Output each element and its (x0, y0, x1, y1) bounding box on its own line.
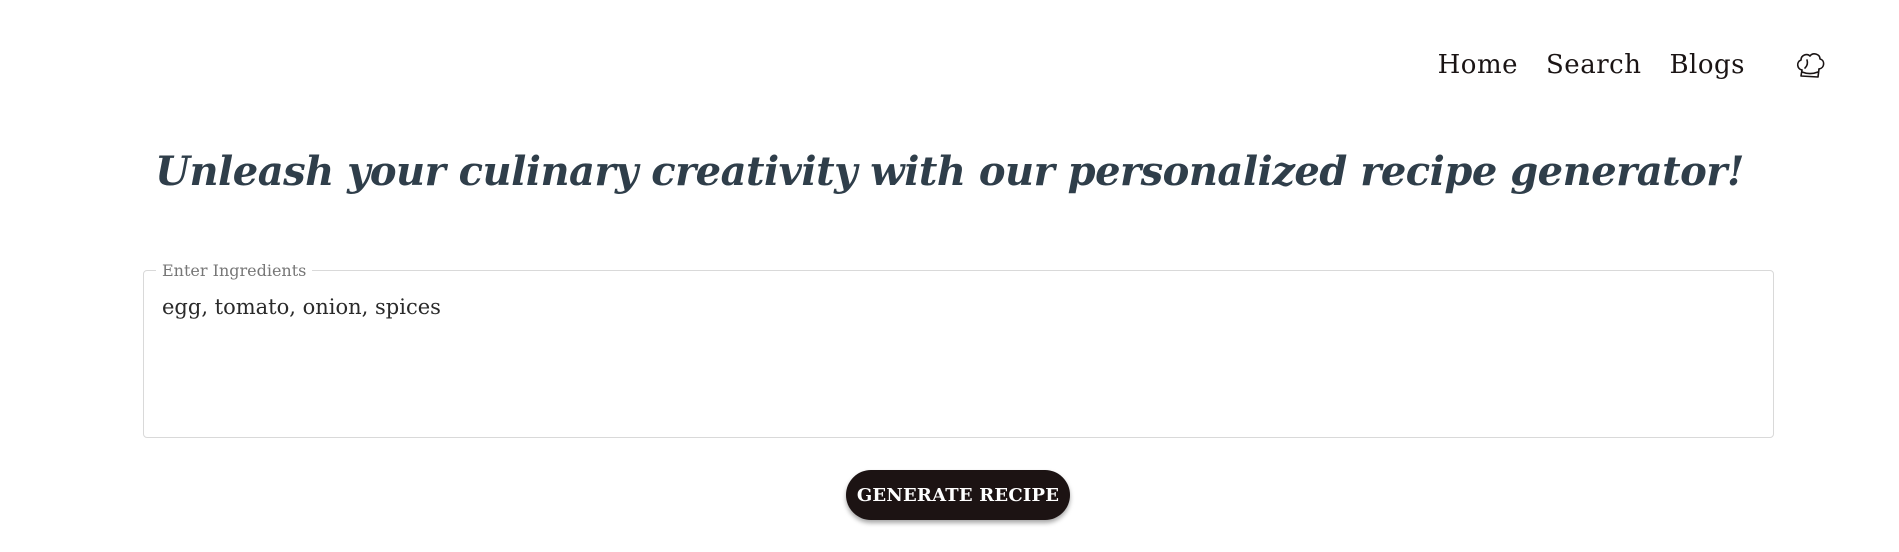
ingredients-label: Enter Ingredients (156, 261, 313, 280)
top-navigation: Home Search Blogs (1410, 48, 1827, 82)
ingredients-input[interactable]: egg, tomato, onion, spices (162, 295, 1752, 415)
chef-hat-icon[interactable] (1793, 48, 1827, 82)
page-title: Unleash your culinary creativity with ou… (155, 148, 1744, 195)
ingredients-field: Enter Ingredients egg, tomato, onion, sp… (143, 261, 1774, 438)
generate-recipe-button[interactable]: GENERATE RECIPE (846, 470, 1070, 520)
nav-blogs-link[interactable]: Blogs (1669, 50, 1745, 80)
nav-search-link[interactable]: Search (1546, 50, 1641, 80)
nav-home-link[interactable]: Home (1438, 50, 1518, 80)
